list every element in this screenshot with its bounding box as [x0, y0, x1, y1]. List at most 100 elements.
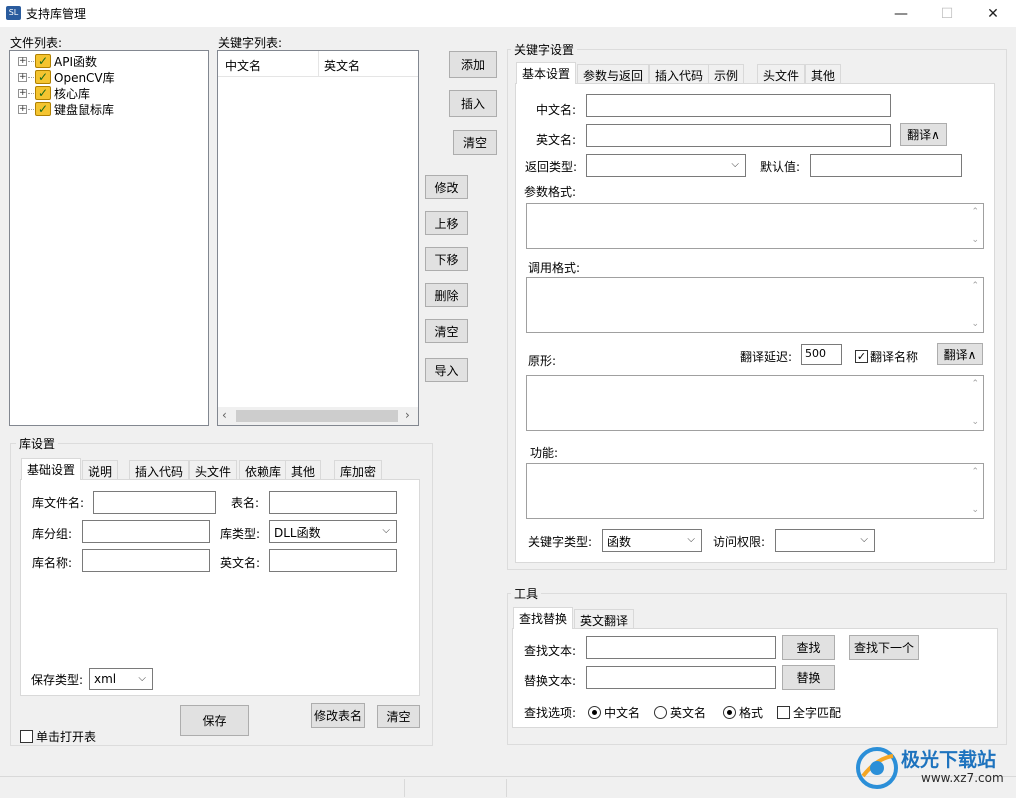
scroll-left-icon[interactable]: ‹: [222, 408, 227, 422]
scroll-right-icon[interactable]: ›: [405, 408, 410, 422]
tab-kw-insert-code[interactable]: 插入代码: [649, 64, 710, 84]
translate-button[interactable]: 翻译∧: [900, 123, 947, 146]
single-click-open-checkbox[interactable]: [20, 730, 33, 743]
lib-type-select[interactable]: DLL函数 ⌵: [269, 520, 397, 543]
column-cn-name[interactable]: 中文名: [225, 57, 261, 74]
add-button[interactable]: 添加: [449, 51, 497, 78]
option-en-name[interactable]: 英文名: [654, 704, 706, 721]
tree-item-core[interactable]: + ✓ 核心库: [18, 85, 115, 101]
tab-dependencies[interactable]: 依赖库: [239, 460, 288, 480]
scroll-down-icon[interactable]: ⌄: [971, 505, 979, 515]
replace-text-input[interactable]: [586, 666, 776, 689]
minimize-button[interactable]: —: [878, 0, 924, 27]
tab-other[interactable]: 其他: [285, 460, 322, 480]
param-format-textarea[interactable]: ⌃ ⌄: [526, 203, 984, 249]
chevron-down-icon: ⌵: [138, 673, 146, 684]
file-tree[interactable]: + ✓ API函数 + ✓ OpenCV库 + ✓ 核心库 + ✓ 键盘鼠标库: [9, 50, 209, 426]
radio-cn-name[interactable]: [588, 706, 601, 719]
keyword-settings-title: 关键字设置: [511, 41, 578, 58]
lib-name-input[interactable]: [82, 549, 210, 572]
single-click-open-option[interactable]: 单击打开表: [20, 728, 96, 745]
find-text-label: 查找文本:: [524, 644, 577, 658]
tab-params-return[interactable]: 参数与返回: [577, 64, 650, 84]
maximize-button[interactable]: ☐: [924, 0, 970, 27]
option-whole-word[interactable]: 全字匹配: [777, 704, 841, 721]
scroll-up-icon[interactable]: ⌃: [971, 207, 979, 217]
table-name-input[interactable]: [269, 491, 397, 514]
tab-kw-header-file[interactable]: 头文件: [757, 64, 806, 84]
expand-icon[interactable]: +: [18, 72, 27, 82]
horizontal-scrollbar[interactable]: ‹ ›: [218, 407, 418, 425]
access-select[interactable]: ⌵: [775, 529, 875, 552]
tree-item-opencv[interactable]: + ✓ OpenCV库: [18, 69, 115, 85]
rename-table-button[interactable]: 修改表名: [311, 703, 365, 728]
translate-delay-input[interactable]: 500: [801, 344, 842, 365]
tab-basic[interactable]: 基本设置: [516, 62, 577, 84]
checked-folder-icon[interactable]: ✓: [35, 86, 51, 100]
find-options-label: 查找选项:: [524, 706, 577, 720]
translate-name-checkbox[interactable]: ✓: [855, 350, 868, 363]
move-down-button[interactable]: 下移: [425, 247, 468, 271]
clear-list-button[interactable]: 清空: [453, 130, 497, 155]
import-button[interactable]: 导入: [425, 358, 468, 382]
checked-folder-icon[interactable]: ✓: [35, 102, 51, 116]
translate-button-2[interactable]: 翻译∧: [937, 343, 983, 365]
call-format-textarea[interactable]: ⌃ ⌄: [526, 277, 984, 333]
return-type-select[interactable]: ⌵: [586, 154, 746, 177]
move-up-button[interactable]: 上移: [425, 211, 468, 235]
default-value-input[interactable]: [810, 154, 962, 177]
find-button[interactable]: 查找: [782, 635, 835, 660]
radio-en-name[interactable]: [654, 706, 667, 719]
prototype-textarea[interactable]: ⌃ ⌄: [526, 375, 984, 431]
tab-lib-encrypt[interactable]: 库加密: [334, 460, 383, 480]
tree-item-keyboard-mouse[interactable]: + ✓ 键盘鼠标库: [18, 101, 115, 117]
save-button[interactable]: 保存: [180, 705, 249, 736]
replace-button[interactable]: 替换: [782, 665, 835, 690]
find-next-button[interactable]: 查找下一个: [849, 635, 919, 660]
delete-button[interactable]: 删除: [425, 283, 468, 307]
modify-button[interactable]: 修改: [425, 175, 468, 199]
option-cn-name[interactable]: 中文名: [588, 704, 640, 721]
option-format[interactable]: 格式: [723, 704, 763, 721]
checked-folder-icon[interactable]: ✓: [35, 70, 51, 84]
lib-clear-button[interactable]: 清空: [377, 705, 420, 728]
column-en-name[interactable]: 英文名: [324, 57, 360, 74]
tab-example[interactable]: 示例: [708, 64, 745, 84]
radio-format[interactable]: [723, 706, 736, 719]
translate-name-option[interactable]: ✓ 翻译名称: [855, 348, 918, 365]
function-textarea[interactable]: ⌃ ⌄: [526, 463, 984, 519]
tab-header-file[interactable]: 头文件: [189, 460, 238, 480]
find-text-input[interactable]: [586, 636, 776, 659]
clear-button[interactable]: 清空: [425, 319, 468, 343]
scroll-down-icon[interactable]: ⌄: [971, 417, 979, 427]
en-name-input[interactable]: [269, 549, 397, 572]
insert-button[interactable]: 插入: [449, 90, 497, 117]
tab-find-replace[interactable]: 查找替换: [513, 607, 574, 629]
kw-en-name-input[interactable]: [586, 124, 891, 147]
keyword-type-select[interactable]: 函数 ⌵: [602, 529, 702, 552]
checked-folder-icon[interactable]: ✓: [35, 54, 51, 68]
scroll-down-icon[interactable]: ⌄: [971, 235, 979, 245]
scroll-up-icon[interactable]: ⌃: [971, 281, 979, 291]
expand-icon[interactable]: +: [18, 88, 27, 98]
scroll-up-icon[interactable]: ⌃: [971, 467, 979, 477]
close-button[interactable]: ✕: [970, 0, 1016, 27]
tab-kw-other[interactable]: 其他: [805, 64, 842, 84]
tab-english-translate[interactable]: 英文翻译: [574, 609, 635, 629]
tab-insert-code[interactable]: 插入代码: [129, 460, 190, 480]
expand-icon[interactable]: +: [18, 56, 27, 66]
tree-item-api[interactable]: + ✓ API函数: [18, 53, 115, 69]
file-name-input[interactable]: [93, 491, 216, 514]
scroll-thumb[interactable]: [236, 410, 398, 422]
save-type-select[interactable]: xml ⌵: [89, 668, 153, 690]
group-input[interactable]: [82, 520, 210, 543]
expand-icon[interactable]: +: [18, 104, 27, 114]
keyword-list[interactable]: 中文名 英文名 ‹ ›: [217, 50, 419, 426]
scroll-down-icon[interactable]: ⌄: [971, 319, 979, 329]
whole-word-checkbox[interactable]: [777, 706, 790, 719]
kw-cn-name-input[interactable]: [586, 94, 891, 117]
scroll-up-icon[interactable]: ⌃: [971, 379, 979, 389]
watermark-text: 极光下载站: [901, 749, 997, 771]
tab-description[interactable]: 说明: [82, 460, 119, 480]
tab-basic-settings[interactable]: 基础设置: [21, 458, 82, 480]
